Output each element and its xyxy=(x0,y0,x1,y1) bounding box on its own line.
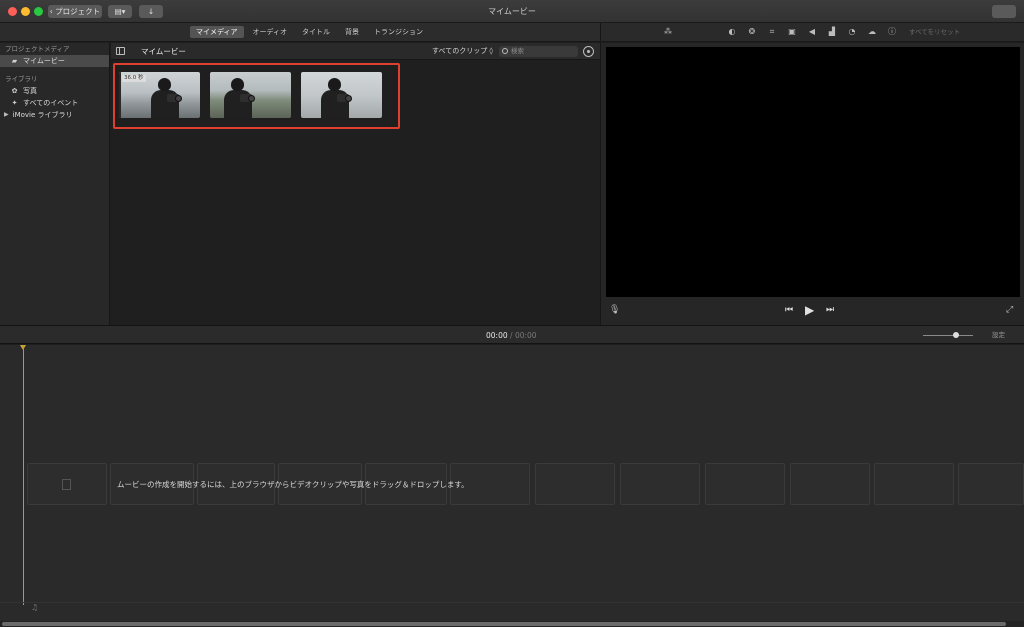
timeline-header: 00:00 / 00:00 設定 xyxy=(0,325,1024,344)
timeline-placeholder-slot xyxy=(874,463,954,505)
sidebar-item-label: すべてのイベント xyxy=(23,99,79,107)
music-note-icon: ♫ xyxy=(31,603,39,612)
current-time: 00:00 xyxy=(486,331,508,340)
adjustments-toolbar: ⁂ ◐ ❂ ⌗ ▣ ◀ ▟ ◔ ☁ ⓘ すべてをリセット xyxy=(600,23,1024,42)
viewer-panel: 🎙 ⏮ ▶ ⏭ ⤢ xyxy=(600,43,1024,325)
scrollbar-thumb[interactable] xyxy=(2,622,1006,626)
window-title: マイムービー xyxy=(488,7,536,16)
crop-icon[interactable]: ⌗ xyxy=(767,27,777,37)
clapperboard-icon: ▰ xyxy=(11,56,18,65)
timeline-settings-button[interactable]: 設定 xyxy=(992,326,1005,345)
tab-my-media[interactable]: マイメディア xyxy=(190,26,244,38)
sidebar-item-all-events[interactable]: ✦ すべてのイベント xyxy=(0,97,109,109)
sidebar-item-photos[interactable]: ✿ 写真 xyxy=(0,85,109,97)
info-icon[interactable]: ⓘ xyxy=(887,27,897,37)
film-strip-icon xyxy=(62,479,71,490)
sidebar-item-label: 写真 xyxy=(23,87,37,95)
tab-transitions[interactable]: トランジション xyxy=(368,26,429,38)
skip-back-icon[interactable]: ⏮ xyxy=(785,303,793,317)
timecode-separator: / xyxy=(510,331,513,340)
clip-duration-badge: 36.0 秒 xyxy=(122,75,146,82)
library-sidebar: プロジェクトメディア ▰ マイムービー ライブラリ ✿ 写真 ✦ すべてのイベン… xyxy=(0,43,110,325)
sidebar-item-label: iMovie ライブラリ xyxy=(12,111,73,119)
equalizer-icon[interactable]: ▟ xyxy=(827,27,837,37)
magic-wand-icon[interactable]: ⁂ xyxy=(663,27,673,37)
project-timeline[interactable]: ムービーの作成を開始するには、上のブラウザからビデオクリップや写真をドラッグ＆ド… xyxy=(0,345,1024,621)
disclosure-triangle-icon[interactable]: ▶ xyxy=(4,109,9,121)
stabilization-icon[interactable]: ▣ xyxy=(787,27,797,37)
fullscreen-icon[interactable]: ⤢ xyxy=(1006,305,1013,315)
browser-toolbar: マイムービー すべてのクリップ ◊ 検索 xyxy=(111,43,600,60)
audio-track-divider xyxy=(0,602,1024,603)
gear-icon[interactable] xyxy=(583,46,594,57)
sidebar-toggle-icon[interactable] xyxy=(116,47,125,55)
media-clip[interactable] xyxy=(210,72,291,118)
speed-icon[interactable]: ◔ xyxy=(847,27,857,37)
clip-thumbnail xyxy=(319,78,352,118)
zoom-slider-knob[interactable] xyxy=(953,332,959,338)
timeline-drop-hint: ムービーの作成を開始するには、上のブラウザからビデオクリップや写真をドラッグ＆ド… xyxy=(117,480,469,489)
video-viewer xyxy=(606,47,1020,297)
clip-thumbnail xyxy=(222,78,255,118)
sidebar-item-label: マイムービー xyxy=(23,57,65,65)
reset-all-button[interactable]: すべてをリセット xyxy=(909,23,960,42)
media-tab-bar: マイメディア オーディオ タイトル 背景 トランジション xyxy=(0,23,600,42)
tab-titles[interactable]: タイトル xyxy=(296,26,336,38)
search-input[interactable]: 検索 xyxy=(499,46,578,57)
title-bar: ‹ プロジェクト ▤▾ ↓ マイムービー xyxy=(0,0,1024,23)
timeline-placeholder-slot xyxy=(620,463,700,505)
media-clip[interactable] xyxy=(301,72,382,118)
filter-icon[interactable]: ☁ xyxy=(867,27,877,37)
volume-icon[interactable]: ◀ xyxy=(807,27,817,37)
flower-icon: ✿ xyxy=(11,86,18,95)
timeline-placeholder-slot xyxy=(958,463,1024,505)
sidebar-item-imovie-library[interactable]: ▶ iMovie ライブラリ xyxy=(0,109,109,121)
timecode: 00:00 / 00:00 xyxy=(486,326,537,345)
microphone-icon[interactable]: 🎙 xyxy=(609,305,620,317)
project-media-header: プロジェクトメディア xyxy=(5,45,70,53)
share-button[interactable] xyxy=(992,5,1016,18)
color-balance-icon[interactable]: ◐ xyxy=(727,27,737,37)
tab-backgrounds[interactable]: 背景 xyxy=(339,26,365,38)
media-clip[interactable]: 36.0 秒 xyxy=(119,72,200,118)
tab-list: マイメディア オーディオ タイトル 背景 トランジション xyxy=(190,26,429,38)
play-icon[interactable]: ▶ xyxy=(805,303,814,317)
zoom-slider-track[interactable] xyxy=(923,335,973,336)
browser-title: マイムービー xyxy=(141,47,186,56)
search-placeholder: 検索 xyxy=(511,47,524,55)
color-palette-icon[interactable]: ❂ xyxy=(747,27,757,37)
clip-filter-select[interactable]: すべてのクリップ ◊ xyxy=(432,43,493,60)
skip-forward-icon[interactable]: ⏭ xyxy=(826,303,834,317)
clip-thumbnail xyxy=(149,78,182,118)
total-duration: 00:00 xyxy=(514,331,537,340)
sidebar-item-my-movie[interactable]: ▰ マイムービー xyxy=(0,55,109,67)
search-icon xyxy=(502,48,508,54)
timeline-placeholder-slot xyxy=(705,463,785,505)
tab-audio[interactable]: オーディオ xyxy=(247,26,294,38)
playhead[interactable] xyxy=(23,345,24,605)
timeline-placeholder-slot xyxy=(535,463,615,505)
star-icon: ✦ xyxy=(11,98,18,107)
timeline-scrollbar[interactable] xyxy=(0,621,1024,627)
timeline-placeholder-slot xyxy=(790,463,870,505)
library-header: ライブラリ xyxy=(5,75,38,83)
